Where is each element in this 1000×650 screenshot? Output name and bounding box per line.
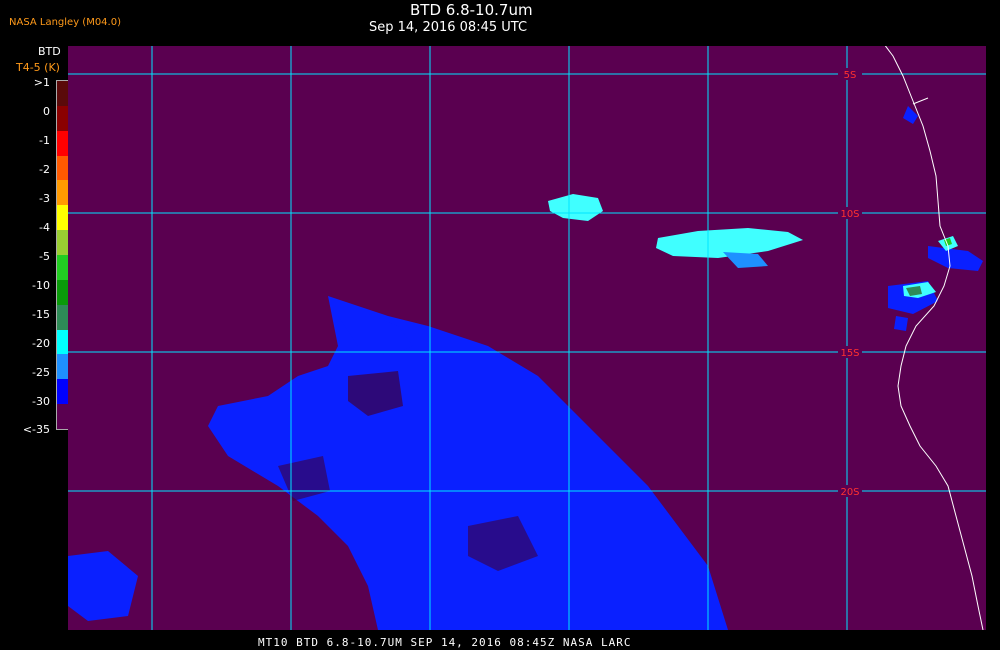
longitude-label: 0 xyxy=(566,46,572,48)
latitude-label: 20S xyxy=(840,487,859,498)
colorbar-title: BTD xyxy=(38,45,61,58)
longitude-label: 5W xyxy=(422,46,438,48)
map-panel: 15W 10W 5W 0 5E 10E 5S 10S 15S 20S xyxy=(68,46,986,630)
colorbar-tick-label: -1 xyxy=(39,134,50,147)
colorbar-tick-label: -4 xyxy=(39,221,50,234)
colorbar-tick-label: -10 xyxy=(32,279,50,292)
longitude-label: 10W xyxy=(280,46,303,48)
colorbar-tick-label: -3 xyxy=(39,192,50,205)
colorbar-tick-label: -25 xyxy=(32,366,50,379)
colorbar-tick-label: -20 xyxy=(32,337,50,350)
colorbar-tick-label: -15 xyxy=(32,308,50,321)
image-timestamp: Sep 14, 2016 08:45 UTC xyxy=(369,20,528,35)
footer-caption: MT10 BTD 6.8-10.7UM SEP 14, 2016 08:45Z … xyxy=(258,636,632,649)
latitude-label: 10S xyxy=(840,209,859,220)
colorbar-tick-label: 0 xyxy=(43,105,50,118)
colorbar-subtitle: T4-5 (K) xyxy=(16,61,60,74)
image-title: BTD 6.8-10.7um xyxy=(410,1,533,19)
satellite-image-viewer: { "header": { "credit": "NASA Langley (M… xyxy=(0,0,1000,650)
colorbar-tick-label: -5 xyxy=(39,250,50,263)
latitude-label: 15S xyxy=(840,348,859,359)
credit-label: NASA Langley (M04.0) xyxy=(9,17,121,28)
longitude-label: 5E xyxy=(702,46,715,48)
colorbar-tick-label: -30 xyxy=(32,395,50,408)
latitude-label: 5S xyxy=(844,70,857,81)
colorbar-tick-label: <-35 xyxy=(22,423,50,436)
longitude-label: 15W xyxy=(141,46,164,48)
longitude-label: 10E xyxy=(837,46,856,48)
colorbar-tick-label: -2 xyxy=(39,163,50,176)
colorbar-tick-label: >1 xyxy=(33,76,50,89)
